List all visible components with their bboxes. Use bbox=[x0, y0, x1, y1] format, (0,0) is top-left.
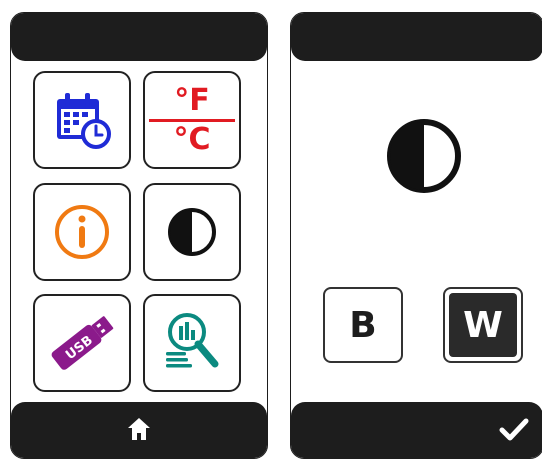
contrast-screen: B W bbox=[290, 12, 542, 459]
contrast-tile[interactable] bbox=[143, 183, 241, 281]
white-mode-label: W bbox=[463, 304, 503, 346]
usb-stick-icon: USB bbox=[51, 316, 114, 370]
info-icon bbox=[55, 205, 109, 259]
data-search-icon bbox=[166, 313, 219, 368]
info-tile[interactable] bbox=[33, 183, 131, 281]
black-mode-button[interactable]: B bbox=[323, 287, 403, 363]
usb-tile[interactable]: USB bbox=[33, 294, 131, 392]
black-mode-label: B bbox=[349, 304, 377, 346]
temperature-unit-icon: °F °C bbox=[149, 82, 235, 157]
temperature-unit-tile[interactable]: °F °C bbox=[143, 71, 241, 169]
contrast-icon bbox=[387, 119, 461, 193]
home-icon[interactable] bbox=[126, 416, 152, 442]
menu-screen: °F °C USB bbox=[10, 12, 268, 459]
calendar-clock-icon bbox=[57, 93, 111, 149]
contrast-icon bbox=[168, 208, 216, 256]
fahrenheit-label: °F bbox=[174, 82, 210, 118]
date-time-tile[interactable] bbox=[33, 71, 131, 169]
top-bar bbox=[11, 13, 267, 61]
bottom-bar bbox=[11, 402, 267, 458]
white-mode-selected: W bbox=[449, 293, 517, 357]
checkmark-icon[interactable] bbox=[499, 416, 529, 442]
bottom-bar bbox=[291, 402, 542, 458]
data-search-tile[interactable] bbox=[143, 294, 241, 392]
white-mode-button[interactable]: W bbox=[443, 287, 523, 363]
top-bar bbox=[291, 13, 542, 61]
celsius-label: °C bbox=[173, 121, 211, 157]
